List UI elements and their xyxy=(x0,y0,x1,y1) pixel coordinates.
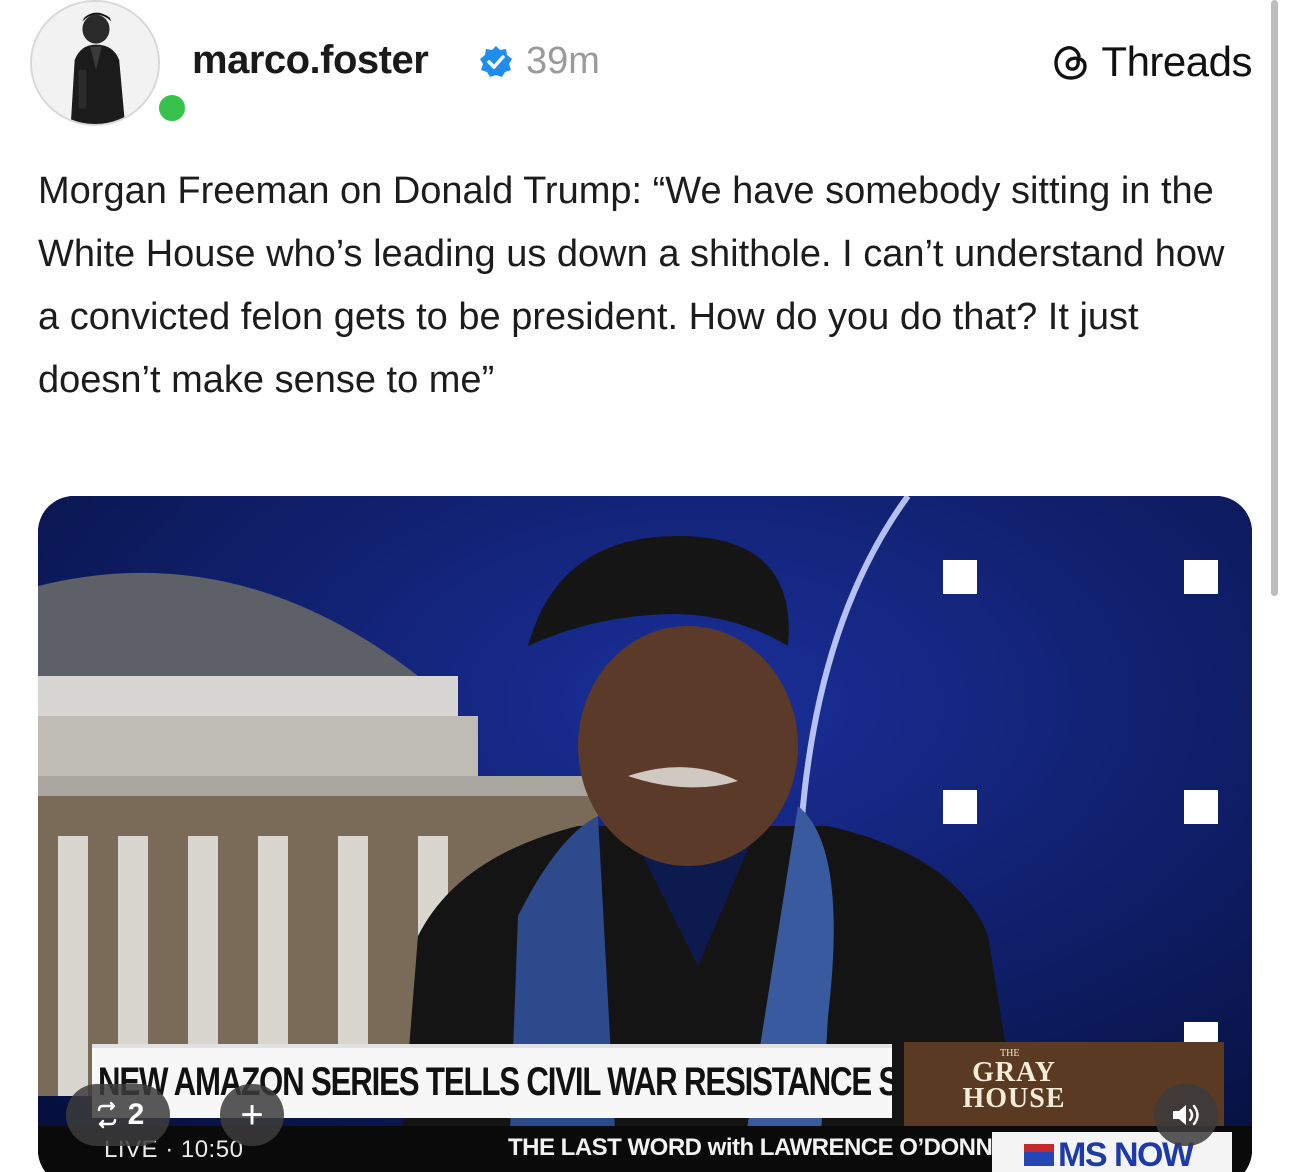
username[interactable]: marco.foster xyxy=(192,38,429,83)
scrollbar[interactable] xyxy=(1271,0,1278,596)
show-name: THE LAST WORD with LAWRENCE O’DONNELL xyxy=(508,1134,1037,1161)
network-flag-icon xyxy=(1024,1144,1054,1166)
avatar-image xyxy=(30,0,160,126)
add-button[interactable]: + xyxy=(220,1084,284,1146)
threads-logo-icon xyxy=(1054,46,1088,80)
repost-button[interactable]: 2 xyxy=(66,1084,170,1146)
chyron-text: NEW AMAZON SERIES TELLS CIVIL WAR RESIST… xyxy=(98,1060,892,1104)
post-timestamp: 39m xyxy=(526,40,600,82)
promo-title: GRAY HOUSE xyxy=(924,1059,1104,1114)
mute-toggle-button[interactable] xyxy=(1154,1084,1218,1146)
news-chyron: NEW AMAZON SERIES TELLS CIVIL WAR RESIST… xyxy=(92,1044,892,1118)
threads-label: Threads xyxy=(1101,38,1252,85)
verified-badge-icon xyxy=(480,46,512,77)
online-status-dot xyxy=(154,90,190,126)
repost-icon xyxy=(97,1101,116,1129)
post-body-text: Morgan Freeman on Donald Trump: “We have… xyxy=(38,170,1225,401)
post-header: marco.foster 39m Threads xyxy=(0,0,1290,140)
speaker-icon xyxy=(1173,1104,1199,1126)
threads-badge[interactable]: Threads xyxy=(1049,38,1252,86)
avatar[interactable] xyxy=(30,0,190,128)
news-ticker: LIVE · 10:50 THE LAST WORD with LAWRENCE… xyxy=(38,1126,1252,1172)
repost-count: 2 xyxy=(127,1098,145,1131)
video-player[interactable]: NEW AMAZON SERIES TELLS CIVIL WAR RESIST… xyxy=(38,496,1252,1172)
promo-title-line2: HOUSE xyxy=(962,1083,1066,1114)
